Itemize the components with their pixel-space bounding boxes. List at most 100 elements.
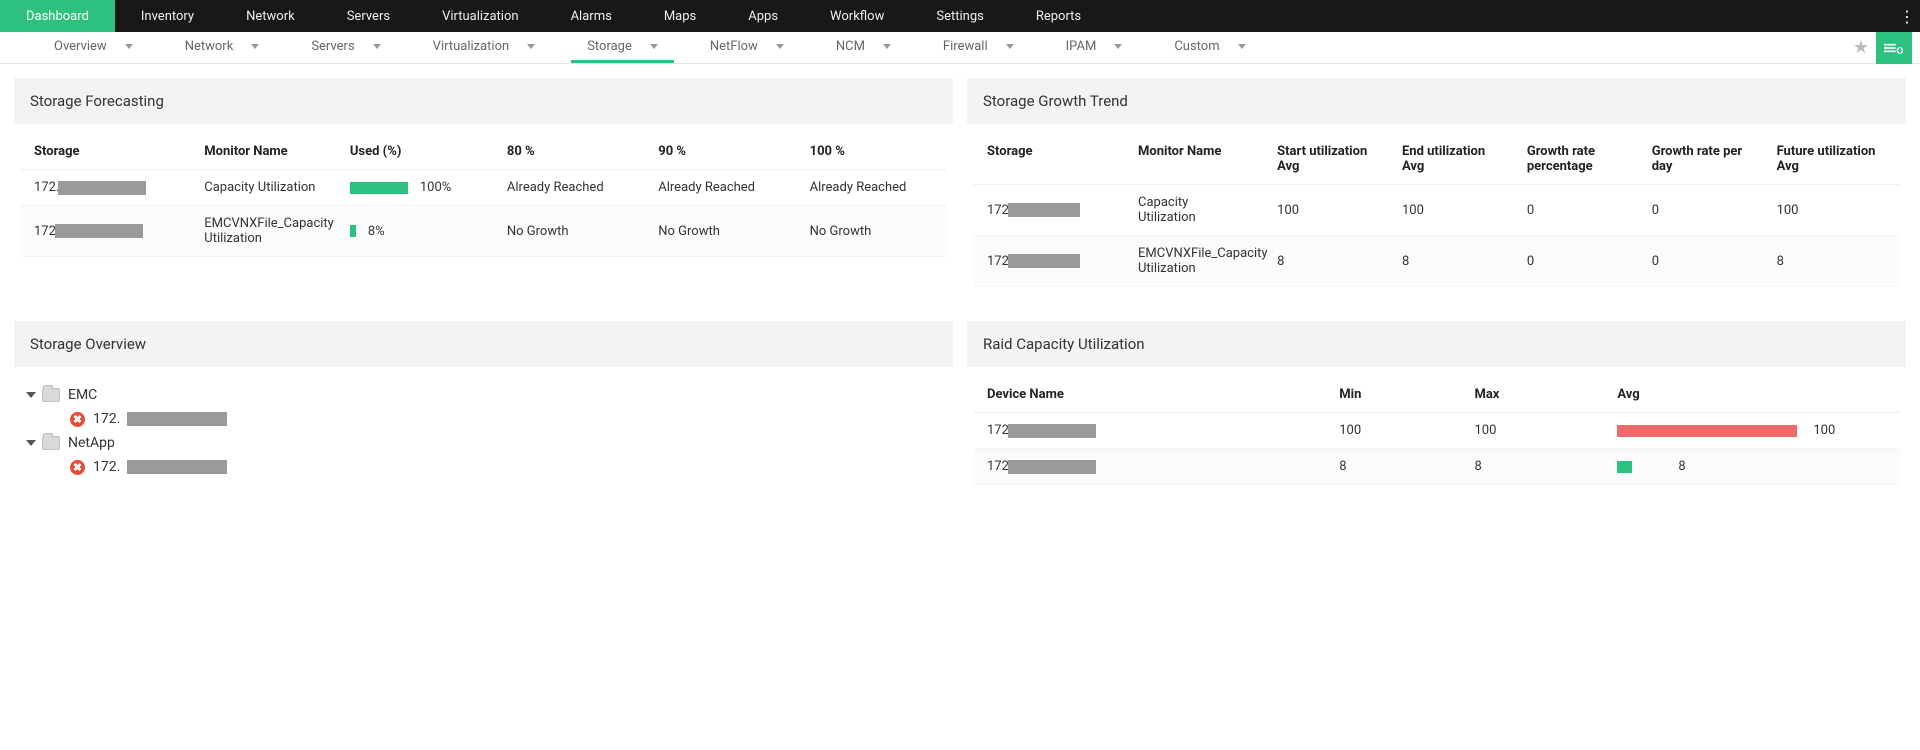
- col-used: Used (%): [336, 134, 493, 170]
- start: 8: [1263, 236, 1388, 287]
- forecasting-table: Storage Monitor Name Used (%) 80 % 90 % …: [20, 134, 947, 257]
- dashboard-grid: Storage Forecasting Storage Monitor Name…: [0, 64, 1920, 519]
- col-end: End utilization Avg: [1388, 134, 1513, 185]
- col-pct: Growth rate percentage: [1513, 134, 1638, 185]
- topnav-reports[interactable]: Reports: [1010, 0, 1107, 32]
- col-min: Min: [1325, 377, 1460, 413]
- storage-ip: 172: [987, 203, 1110, 218]
- col-storage: Storage: [973, 134, 1124, 185]
- pct: 0: [1513, 236, 1638, 287]
- folder-icon: [42, 388, 60, 402]
- start: 100: [1263, 185, 1388, 236]
- raid-table: Device Name Min Max Avg 172 100 100: [973, 377, 1900, 485]
- table-row[interactable]: 172 EMCVNXFile_Capacity Utilization 8 8 …: [973, 236, 1900, 287]
- panel-title: Storage Forecasting: [14, 78, 953, 124]
- tree-folder-emc[interactable]: EMC: [26, 383, 947, 407]
- table-row[interactable]: 172 100 100 100: [973, 413, 1900, 449]
- tree-item[interactable]: ✖ 172.: [26, 455, 947, 479]
- raid-avg: 100: [1617, 423, 1886, 438]
- subnav-netflow[interactable]: NetFlow: [694, 32, 800, 63]
- table-row[interactable]: 172 8 8 8: [973, 449, 1900, 485]
- usage-bar: 8%: [350, 224, 479, 239]
- min: 8: [1325, 449, 1460, 485]
- topnav-dashboard[interactable]: Dashboard: [0, 0, 115, 32]
- subnav-ipam[interactable]: IPAM: [1050, 32, 1139, 63]
- chevron-down-icon: [776, 44, 784, 49]
- topnav-virtualization[interactable]: Virtualization: [416, 0, 545, 32]
- folder-label: EMC: [68, 387, 97, 403]
- min: 100: [1325, 413, 1460, 449]
- p100: Already Reached: [796, 170, 947, 206]
- progress-bar: [350, 182, 408, 194]
- tree-folder-netapp[interactable]: NetApp: [26, 431, 947, 455]
- raid-avg: 8: [1617, 459, 1886, 474]
- subnav-label: Overview: [54, 39, 107, 54]
- panel-growth: Storage Growth Trend Storage Monitor Nam…: [967, 78, 1906, 307]
- subnav-label: Storage: [587, 39, 632, 54]
- redacted-ip: [1008, 460, 1096, 474]
- col-80: 80 %: [493, 134, 644, 170]
- add-widget-button[interactable]: [1876, 32, 1912, 64]
- col-90: 90 %: [644, 134, 795, 170]
- device-name: 172: [987, 459, 1311, 474]
- topnav-apps[interactable]: Apps: [722, 0, 804, 32]
- progress-bar: [350, 225, 356, 237]
- subnav-custom[interactable]: Custom: [1158, 32, 1261, 63]
- monitor-name: EMCVNXFile_Capacity Utilization: [190, 206, 336, 257]
- subnav-virtualization[interactable]: Virtualization: [417, 32, 552, 63]
- subnav-firewall[interactable]: Firewall: [927, 32, 1030, 63]
- expand-icon: [26, 440, 36, 446]
- monitor-name: Capacity Utilization: [1124, 185, 1263, 236]
- subnav-servers[interactable]: Servers: [295, 32, 396, 63]
- subnav-label: IPAM: [1066, 39, 1097, 54]
- device-name: 172: [987, 423, 1311, 438]
- topnav-servers[interactable]: Servers: [321, 0, 416, 32]
- p80: No Growth: [493, 206, 644, 257]
- col-start: Start utilization Avg: [1263, 134, 1388, 185]
- monitor-name: Capacity Utilization: [190, 170, 336, 206]
- storage-tree: EMC ✖ 172. NetApp ✖ 172.: [20, 377, 947, 479]
- topnav-workflow[interactable]: Workflow: [804, 0, 910, 32]
- topnav-inventory[interactable]: Inventory: [115, 0, 220, 32]
- subnav-label: Virtualization: [433, 39, 510, 54]
- panel-title: Storage Overview: [14, 321, 953, 367]
- perday: 0: [1638, 185, 1763, 236]
- panel-overview: Storage Overview EMC ✖ 172. NetApp: [14, 321, 953, 505]
- capacity-bar: [1617, 425, 1797, 437]
- chevron-down-icon: [125, 44, 133, 49]
- subnav-network[interactable]: Network: [169, 32, 276, 63]
- chevron-down-icon: [527, 44, 535, 49]
- chevron-down-icon: [1114, 44, 1122, 49]
- topnav-maps[interactable]: Maps: [638, 0, 722, 32]
- subnav: Overview Network Servers Virtualization …: [0, 32, 1920, 64]
- subnav-label: NetFlow: [710, 39, 758, 54]
- favorite-icon[interactable]: ★: [1846, 32, 1876, 64]
- table-row[interactable]: 172. Capacity Utilization 100% Already R…: [20, 170, 947, 206]
- topnav-alarms[interactable]: Alarms: [545, 0, 638, 32]
- pct: 0: [1513, 185, 1638, 236]
- error-icon: ✖: [70, 412, 85, 427]
- panel-title: Storage Growth Trend: [967, 78, 1906, 124]
- p100: No Growth: [796, 206, 947, 257]
- max: 8: [1460, 449, 1603, 485]
- storage-ip: 172: [34, 224, 176, 239]
- col-avg: Avg: [1603, 377, 1900, 413]
- topnav-network[interactable]: Network: [220, 0, 321, 32]
- table-row[interactable]: 172 EMCVNXFile_Capacity Utilization 8% N…: [20, 206, 947, 257]
- p90: No Growth: [644, 206, 795, 257]
- panel-forecasting: Storage Forecasting Storage Monitor Name…: [14, 78, 953, 307]
- redacted-ip: [1008, 203, 1080, 217]
- tree-item[interactable]: ✖ 172.: [26, 407, 947, 431]
- col-storage: Storage: [20, 134, 190, 170]
- more-menu-icon[interactable]: ⋮: [1894, 0, 1920, 32]
- chevron-down-icon: [251, 44, 259, 49]
- usage-bar: 100%: [350, 180, 479, 195]
- subnav-label: Custom: [1174, 39, 1219, 54]
- capacity-bar: [1617, 461, 1632, 473]
- chevron-down-icon: [373, 44, 381, 49]
- subnav-overview[interactable]: Overview: [38, 32, 149, 63]
- table-row[interactable]: 172 Capacity Utilization 100 100 0 0 100: [973, 185, 1900, 236]
- subnav-ncm[interactable]: NCM: [820, 32, 907, 63]
- topnav-settings[interactable]: Settings: [910, 0, 1009, 32]
- subnav-storage[interactable]: Storage: [571, 32, 674, 63]
